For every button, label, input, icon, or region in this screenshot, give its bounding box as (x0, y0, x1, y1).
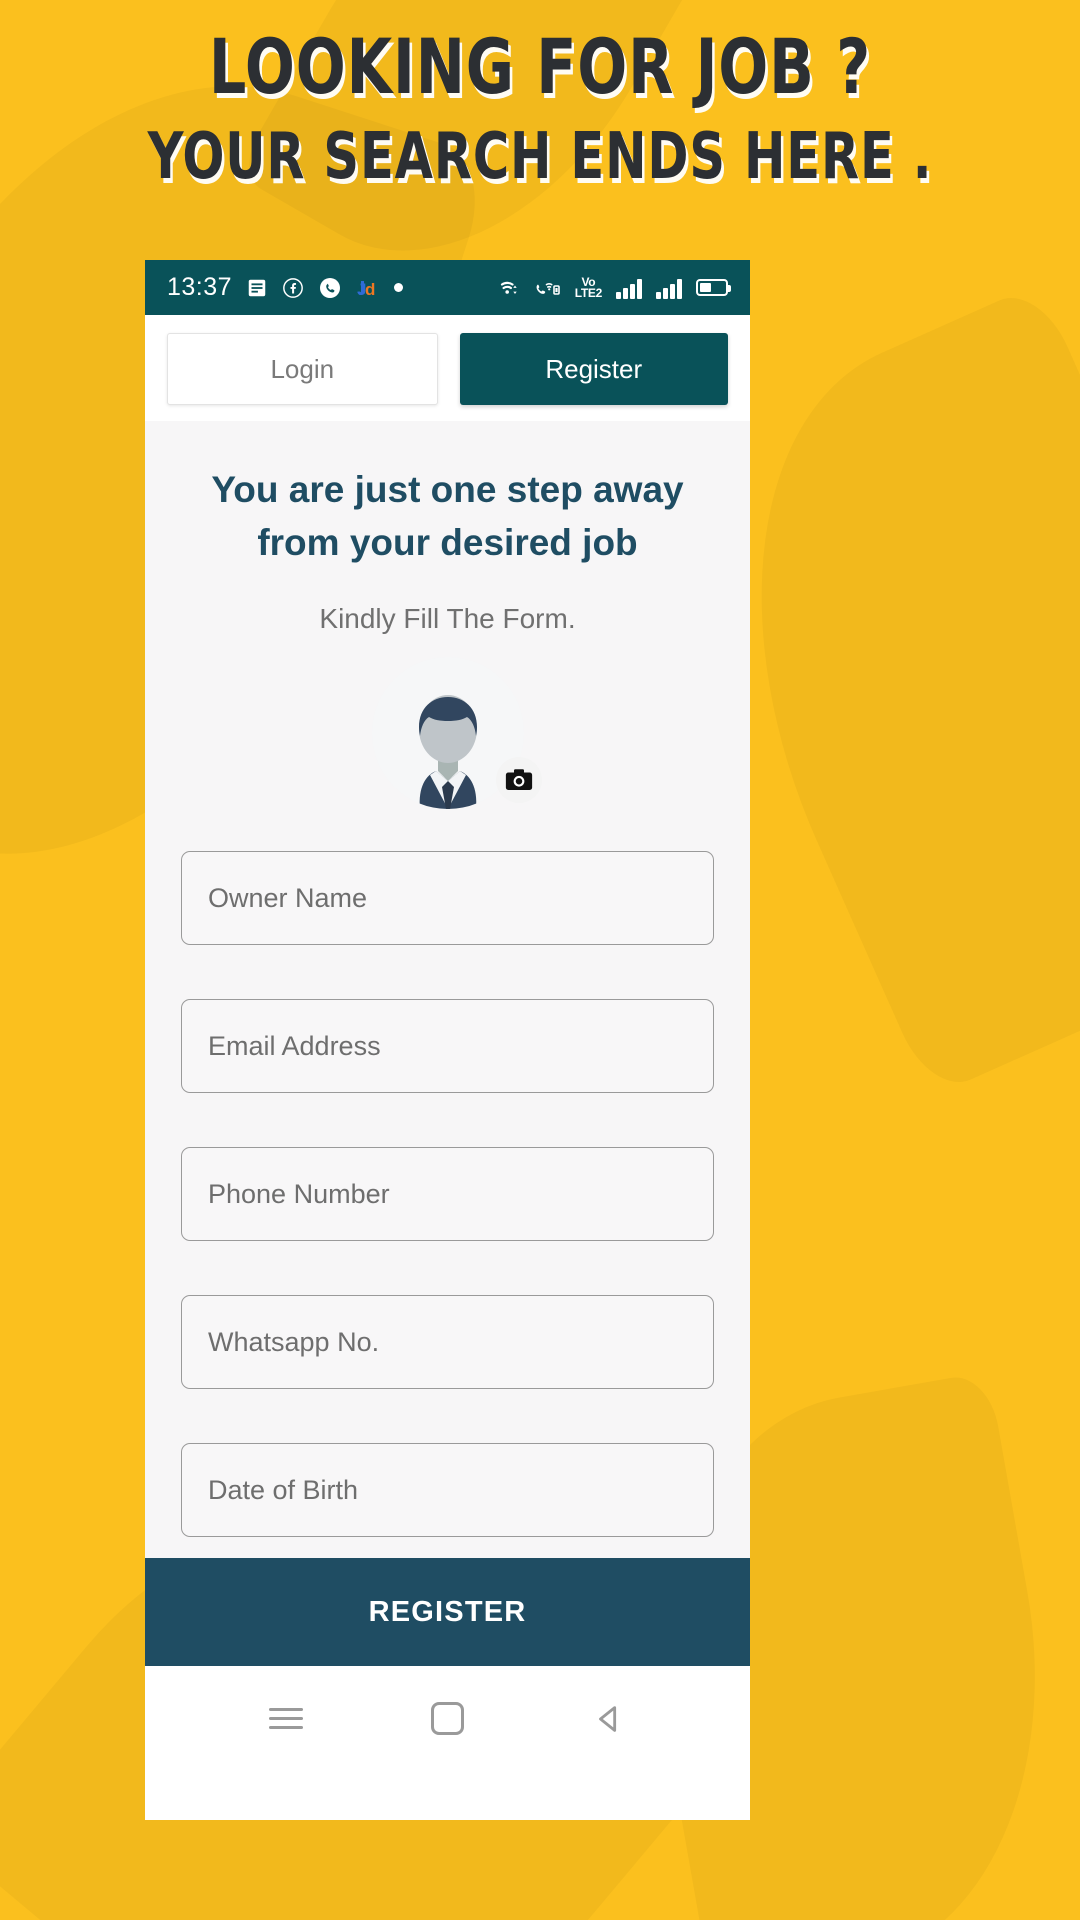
volte-label: Vo LTE2 (574, 276, 603, 300)
android-nav-bar (145, 1666, 750, 1771)
tab-register[interactable]: Register (459, 333, 728, 405)
input-whatsapp-no[interactable]: Whatsapp No. (181, 1295, 714, 1389)
dot-indicator (394, 283, 404, 292)
input-phone-number[interactable]: Phone Number (181, 1147, 714, 1241)
phone-mockup: 13:37 J d Vo LTE2 Login Register You are… (145, 260, 750, 1820)
justdial-icon: J d (356, 277, 380, 299)
recents-icon[interactable] (241, 1689, 331, 1749)
facebook-icon (282, 277, 304, 299)
tab-login[interactable]: Login (167, 333, 438, 405)
avatar[interactable] (371, 657, 542, 809)
status-bar-clock: 13:37 (167, 273, 233, 301)
back-icon[interactable] (564, 1689, 654, 1749)
input-owner-name[interactable]: Owner Name (181, 851, 714, 945)
headline-line-1: LOOKING FOR JOB ? (208, 22, 872, 111)
input-email-address[interactable]: Email Address (181, 999, 714, 1093)
register-button[interactable]: REGISTER (145, 1558, 750, 1666)
status-bar-right: Vo LTE2 (491, 276, 731, 300)
signal-bars-sim1 (616, 277, 642, 299)
auth-tabs: Login Register (145, 315, 750, 421)
message-icon (246, 277, 268, 299)
form-subtitle: Kindly Fill The Form. (319, 603, 576, 634)
headline-line-2: YOUR SEARCH ENDS HERE . (147, 120, 933, 194)
home-icon[interactable] (402, 1689, 492, 1749)
signal-bars-sim2 (656, 277, 682, 299)
status-bar-left: 13:37 J d (167, 273, 404, 302)
camera-icon[interactable] (495, 757, 542, 803)
wifi-icon (491, 276, 519, 300)
input-date-of-birth[interactable]: Date of Birth (181, 1443, 714, 1537)
register-form-screen: You are just one step away from your des… (145, 421, 750, 1666)
svg-text:d: d (365, 280, 375, 299)
volte-label-bottom: LTE2 (574, 285, 603, 300)
volte-call-icon (533, 276, 561, 300)
poster-headline: LOOKING FOR JOB ? YOUR SEARCH ENDS HERE … (0, 22, 1080, 195)
form-title: You are just one step away from your des… (211, 469, 684, 563)
form-fields: Owner Name Email Address Phone Number Wh… (145, 851, 750, 1537)
battery-icon (696, 279, 731, 296)
whatsapp-icon (318, 276, 342, 300)
status-bar: 13:37 J d Vo LTE2 (145, 260, 750, 315)
